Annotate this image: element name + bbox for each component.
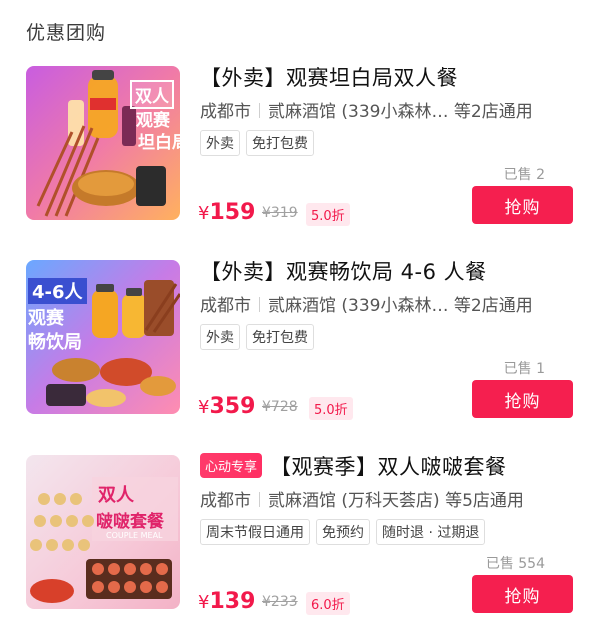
image-caption-3: 坦白局 [138, 133, 180, 153]
deal-title-text: 【外卖】观赛畅饮局 4-6 人餐 [200, 260, 487, 284]
original-price: ¥233 [262, 594, 298, 610]
deal-store: 贰麻酒馆 (339小森林… 等2店通用 [268, 296, 533, 316]
price-value: 139 [209, 589, 256, 614]
deal-tag: 免打包费 [246, 324, 314, 350]
deal-tags: 外卖 免打包费 [200, 130, 314, 156]
discount-badge: 6.0折 [306, 592, 350, 615]
image-caption-1: 双人 [130, 80, 174, 109]
currency-symbol: ¥ [198, 592, 210, 613]
section-title: 优惠团购 [26, 22, 107, 44]
price-value: 359 [209, 394, 256, 419]
deal-tag: 随时退 · 过期退 [376, 519, 486, 545]
deal-city: 成都市 [200, 491, 251, 511]
deal-title[interactable]: 【外卖】观赛畅饮局 4-6 人餐 [200, 256, 487, 286]
image-caption-2: 观赛 [28, 308, 64, 329]
buy-button[interactable]: 抢购 [472, 380, 573, 418]
deal-title[interactable]: 心动专享 【观赛季】双人啵啵套餐 [200, 451, 507, 481]
buy-button[interactable]: 抢购 [472, 186, 573, 224]
deal-card[interactable]: 双人 啵啵套餐 COUPLE MEAL 心动专享 【观赛季】双人啵啵套餐 成都市贰… [0, 453, 599, 630]
image-caption-2: 啵啵套餐 [96, 512, 164, 532]
sold-count: 已售 2 [503, 167, 545, 183]
deal-store: 贰麻酒馆 (万科天荟店) 等5店通用 [268, 491, 524, 511]
deal-image[interactable]: 双人 啵啵套餐 COUPLE MEAL [26, 455, 180, 609]
deal-tags: 外卖 免打包费 [200, 324, 314, 350]
divider [259, 492, 260, 507]
deal-title-text: 【观赛季】双人啵啵套餐 [270, 455, 507, 479]
sold-count: 已售 1 [503, 361, 545, 377]
price-value: 159 [209, 200, 256, 225]
promo-badge: 心动专享 [200, 453, 263, 478]
deal-image[interactable]: 4-6人 观赛 畅饮局 [26, 260, 180, 414]
deal-price: ¥359 [198, 394, 255, 419]
original-price: ¥319 [262, 205, 298, 221]
buy-button[interactable]: 抢购 [472, 575, 573, 613]
divider [259, 103, 260, 118]
original-price: ¥728 [262, 399, 298, 415]
deal-title[interactable]: 【外卖】观赛坦白局双人餐 [200, 62, 458, 92]
image-caption-1: 4-6人 [28, 278, 87, 304]
discount-badge: 5.0折 [306, 203, 350, 226]
image-caption-1: 双人 [98, 485, 134, 506]
deal-tag: 外卖 [200, 130, 240, 156]
currency-symbol: ¥ [198, 397, 210, 418]
deal-price: ¥159 [198, 200, 255, 225]
deal-card[interactable]: 4-6人 观赛 畅饮局 【外卖】观赛畅饮局 4-6 人餐 成都市 贰麻酒馆 (33… [0, 260, 599, 435]
deal-tags: 周末节假日通用 免预约 随时退 · 过期退 [200, 519, 486, 545]
deal-location: 成都市 贰麻酒馆 (339小森林… 等2店通用 [200, 97, 533, 122]
deal-image[interactable]: 双人 观赛 坦白局 [26, 66, 180, 220]
sold-count: 已售 554 [485, 556, 545, 572]
deal-price: ¥139 [198, 589, 255, 614]
discount-badge: 5.0折 [309, 397, 353, 420]
deal-tag: 周末节假日通用 [200, 519, 310, 545]
deal-tag: 外卖 [200, 324, 240, 350]
deal-tag: 免预约 [316, 519, 370, 545]
deal-title-text: 【外卖】观赛坦白局双人餐 [200, 66, 458, 90]
deal-tag: 免打包费 [246, 130, 314, 156]
deal-card[interactable]: 双人 观赛 坦白局 【外卖】观赛坦白局双人餐 成都市贰麻酒馆 (339小森林… … [0, 66, 599, 241]
image-caption-3: 畅饮局 [28, 332, 82, 353]
deal-city: 成都市 [200, 296, 251, 316]
deal-location: 成都市 贰麻酒馆 (万科天荟店) 等5店通用 [200, 486, 524, 511]
currency-symbol: ¥ [198, 203, 210, 224]
deal-store: 贰麻酒馆 (339小森林… 等2店通用 [268, 102, 533, 122]
deal-location: 成都市 贰麻酒馆 (339小森林… 等2店通用 [200, 291, 533, 316]
divider [259, 297, 260, 312]
deal-city: 成都市 [200, 102, 251, 122]
image-caption-3: COUPLE MEAL [106, 531, 163, 540]
